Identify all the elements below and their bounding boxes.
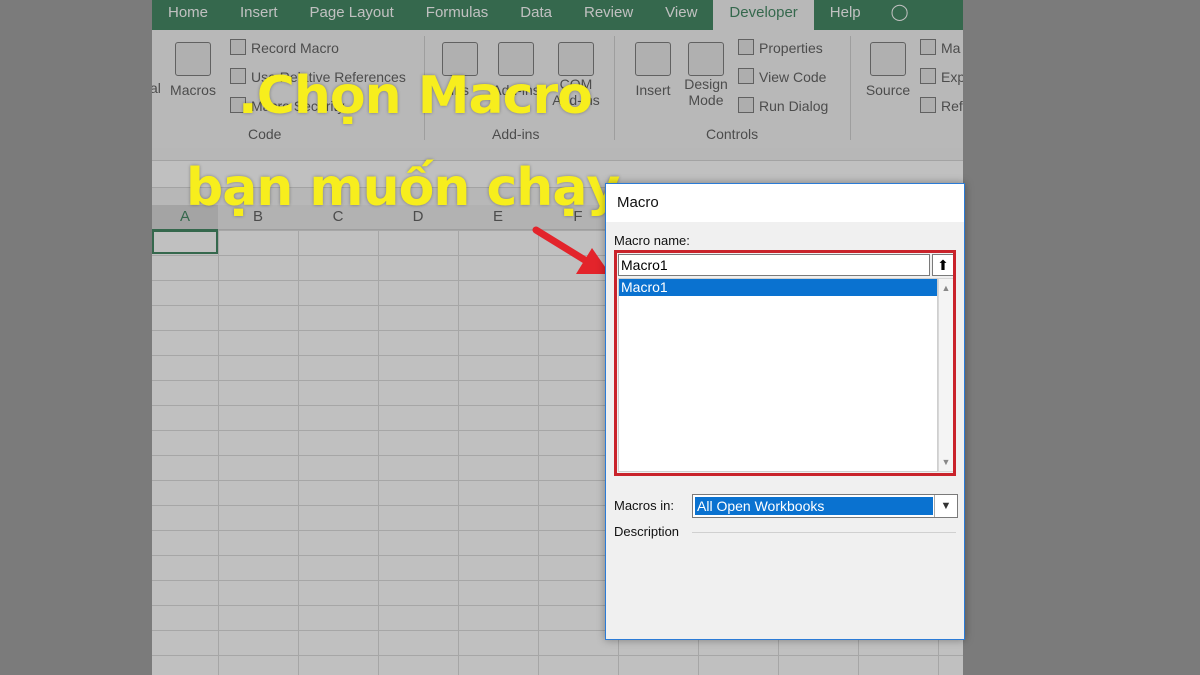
background-margin xyxy=(963,0,1200,675)
dialog-title: Macro xyxy=(606,184,964,222)
macro-name-label: Macro name: xyxy=(614,233,690,248)
description-label: Description xyxy=(614,524,680,539)
macro-dialog: Macro Macro name: ⬆ Macro1 ▲ ▼ Macros in… xyxy=(605,183,965,640)
macros-in-value: All Open Workbooks xyxy=(695,497,933,515)
macros-in-label: Macros in: xyxy=(614,498,674,513)
instruction-callout: .Chọn Macro bạn muốn chạy xyxy=(186,50,620,234)
highlight-box xyxy=(614,250,956,476)
description-divider xyxy=(692,532,956,533)
macros-in-select[interactable]: All Open Workbooks ▼ xyxy=(692,494,958,518)
callout-line-1: .Chọn Macro xyxy=(238,66,593,126)
callout-line-2: bạn muốn chạy xyxy=(186,158,620,218)
chevron-down-icon[interactable]: ▼ xyxy=(934,495,957,517)
